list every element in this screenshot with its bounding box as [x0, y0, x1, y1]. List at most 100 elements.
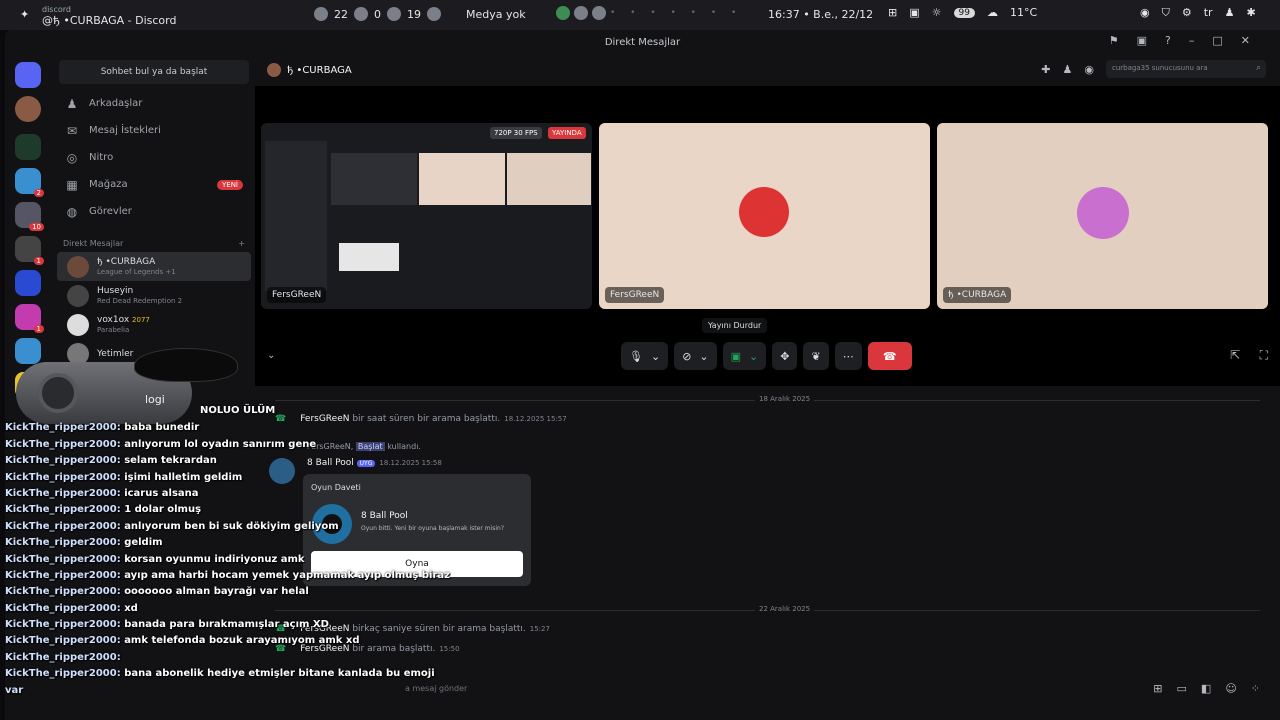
- chat-overlay-line: KickThe_ripper2000: korsan oyunmu indiri…: [5, 552, 425, 568]
- chat-overlay-user: KickThe_ripper2000:: [5, 438, 121, 450]
- chat-overlay-line: var: [5, 683, 425, 699]
- keyboard-layout[interactable]: tr: [1204, 6, 1213, 20]
- cpu-icon: [314, 7, 328, 21]
- dm-name: Huseyin: [97, 285, 134, 296]
- profile-icon[interactable]: ◉: [1084, 63, 1094, 76]
- mention-badge: 10: [29, 223, 44, 231]
- server-icon[interactable]: 1: [15, 236, 44, 265]
- emoji-icon[interactable]: ☺: [1225, 682, 1236, 695]
- chevron-down-icon[interactable]: ⌄: [749, 350, 758, 363]
- server-icon[interactable]: 1: [15, 304, 44, 333]
- dm-avatar-button[interactable]: [15, 96, 41, 122]
- channel-title: ђ •CURBAGA: [287, 64, 352, 76]
- more-button[interactable]: ⋯: [834, 342, 862, 370]
- find-conversation-button[interactable]: Sohbet bul ya da başlat: [59, 60, 249, 84]
- chat-overlay-user: KickThe_ripper2000:: [5, 471, 121, 483]
- nav-quests[interactable]: ◍ Görevler: [55, 198, 253, 225]
- dm-item-curbaga[interactable]: ђ •CURBAGA League of Legends +1: [57, 252, 251, 281]
- workspace-icon[interactable]: [592, 6, 606, 20]
- settings-icon[interactable]: ⚙: [1182, 6, 1192, 20]
- bluetooth-icon[interactable]: ✱: [1246, 6, 1255, 20]
- dm-item-huseyin[interactable]: Huseyin Red Dead Redemption 2: [57, 281, 251, 310]
- message-time: 18.12.2025 15:57: [504, 415, 567, 423]
- help-icon[interactable]: ?: [1165, 34, 1171, 47]
- chat-overlay-text: 1 dolar olmuş: [124, 504, 202, 516]
- discord-tray-icon[interactable]: ◉: [1140, 6, 1150, 20]
- apps-icon[interactable]: ⁘: [1251, 682, 1260, 695]
- clipboard-icon[interactable]: ▣: [909, 6, 919, 19]
- nav-shop[interactable]: ▦ Mağaza YENİ: [55, 171, 253, 198]
- search-input[interactable]: curbaga35 sunucusunu ara ⌕: [1106, 60, 1266, 78]
- chat-overlay-text: işimi halletim geldim: [124, 471, 243, 483]
- user-tile[interactable]: ђ •CURBAGA: [937, 123, 1268, 309]
- gift-icon[interactable]: ⊞: [1153, 682, 1162, 695]
- home-button[interactable]: [15, 62, 41, 88]
- nav-label: Görevler: [89, 206, 132, 217]
- chat-overlay-text: korsan oyunmu indiriyonuz amk: [124, 553, 305, 565]
- battery-badge[interactable]: 99: [953, 7, 975, 18]
- chat-overlay-line: KickThe_ripper2000: baba bunedir: [5, 420, 425, 436]
- media-status[interactable]: Medya yok: [466, 8, 526, 21]
- system-stats: 22 0 19: [314, 7, 441, 21]
- nav-friends[interactable]: ♟ Arkadaşlar: [55, 90, 253, 117]
- stream-tile[interactable]: 720P 30 FPS YAYINDA FersGReeN: [261, 123, 592, 309]
- chat-overlay-text: geldim: [124, 537, 163, 549]
- workspace-icon[interactable]: [574, 6, 588, 20]
- chevron-down-icon[interactable]: ⌄: [651, 350, 660, 363]
- quests-icon: ◍: [66, 204, 78, 219]
- music-icon[interactable]: [427, 7, 441, 21]
- fullscreen-icon[interactable]: ⛶: [1260, 348, 1268, 363]
- nav-nitro[interactable]: ◎ Nitro: [55, 144, 253, 171]
- search-icon: ⌕: [1255, 63, 1261, 73]
- soundboard-button[interactable]: ❦: [803, 342, 829, 370]
- screen-share-icon: ▣: [730, 349, 742, 363]
- user-tile[interactable]: FersGReeN: [599, 123, 930, 309]
- nav-message-requests[interactable]: ✉ Mesaj İstekleri: [55, 117, 253, 144]
- stream-chat-overlay: KickThe_ripper2000: baba bunedir KickThe_…: [5, 404, 450, 699]
- server-icon[interactable]: 10: [15, 202, 44, 231]
- brightness-icon[interactable]: ☼: [932, 6, 942, 19]
- minimize-icon[interactable]: –: [1189, 34, 1195, 47]
- app-menu-icon[interactable]: ✦: [20, 8, 34, 22]
- shield-icon[interactable]: ⛉: [1162, 6, 1170, 20]
- maximize-icon[interactable]: □: [1212, 34, 1222, 47]
- dm-item-vox1ox[interactable]: vox1ox 2077 Parabelia: [57, 310, 251, 339]
- stop-stream-button[interactable]: ▣ ⌄: [722, 342, 767, 370]
- popout-icon[interactable]: ⇱: [1230, 348, 1240, 362]
- tile-username: FersGReeN: [605, 287, 665, 303]
- sticker-icon[interactable]: ◧: [1201, 682, 1211, 695]
- server-icon[interactable]: [15, 134, 41, 160]
- dm-status: Parabelia: [97, 325, 130, 334]
- collapse-chevron-icon[interactable]: ⌄: [267, 350, 275, 361]
- os-taskbar: ✦ discord @ђ •CURBAGA - Discord 22 0 19 …: [0, 0, 1280, 30]
- inbox-icon[interactable]: ⚑: [1109, 34, 1119, 47]
- activities-button[interactable]: ✥: [772, 342, 798, 370]
- active-window-title: discord @ђ •CURBAGA - Discord: [42, 4, 176, 26]
- nav-label: Arkadaşlar: [89, 98, 143, 109]
- chat-overlay-line: KickThe_ripper2000: işimi halletim geldi…: [5, 470, 425, 486]
- stream-preview-tile: [419, 153, 505, 205]
- add-friend-icon[interactable]: ♟: [1063, 63, 1073, 76]
- pin-icon[interactable]: ✚: [1041, 63, 1050, 76]
- server-icon[interactable]: 2: [15, 168, 44, 197]
- mic-button[interactable]: 🎙 ⌄: [621, 342, 669, 370]
- weather-value[interactable]: 11°C: [1010, 6, 1037, 19]
- dm-tag: 2077: [132, 315, 150, 324]
- chevron-down-icon[interactable]: ⌄: [699, 350, 708, 363]
- chat-overlay-text: ooooooo alman bayrağı var helal: [124, 586, 309, 598]
- workspace-active-icon[interactable]: [556, 6, 570, 20]
- mention-badge: 1: [33, 325, 44, 333]
- gif-icon[interactable]: ▭: [1177, 682, 1187, 695]
- disconnect-button[interactable]: ☎: [867, 342, 912, 370]
- clock[interactable]: 16:37 • B.e., 22/12: [768, 8, 873, 21]
- user-icon[interactable]: ♟: [1225, 6, 1235, 20]
- chat-overlay-text: ayıp ama harbi hocam yemek yapmamak ayıp…: [124, 569, 450, 581]
- chat-overlay-line: KickThe_ripper2000:: [5, 650, 425, 666]
- screenshot-icon[interactable]: ⊞: [888, 6, 897, 19]
- chat-overlay-text: amk telefonda bozuk arayamıyom amk xd: [124, 635, 360, 647]
- server-icon[interactable]: [15, 270, 41, 296]
- close-icon[interactable]: ✕: [1241, 34, 1250, 47]
- add-dm-icon[interactable]: +: [238, 239, 245, 248]
- camera-button[interactable]: ⊘ ⌄: [674, 342, 717, 370]
- screen-icon[interactable]: ▣: [1137, 34, 1147, 47]
